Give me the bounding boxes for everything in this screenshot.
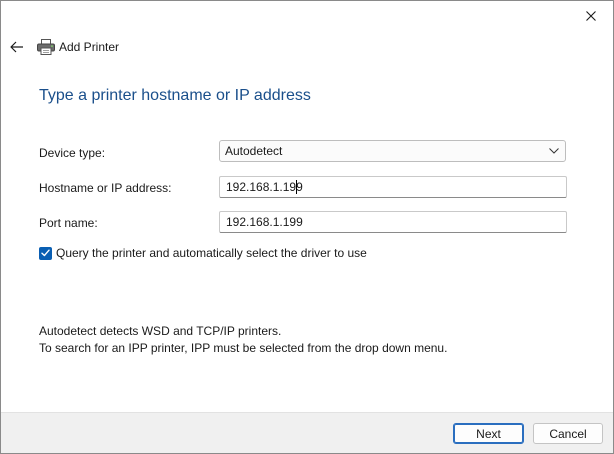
back-button[interactable] — [9, 39, 25, 55]
device-type-value: Autodetect — [225, 144, 283, 158]
query-printer-checkbox[interactable] — [39, 246, 52, 260]
close-icon — [586, 11, 596, 21]
query-printer-label[interactable]: Query the printer and automatically sele… — [56, 246, 367, 260]
dialog-header: Add Printer — [9, 37, 119, 57]
info-line-1: Autodetect detects WSD and TCP/IP printe… — [39, 324, 282, 338]
next-button[interactable]: Next — [453, 423, 524, 444]
hostname-label: Hostname or IP address: — [39, 181, 172, 195]
add-printer-dialog: Add Printer Type a printer hostname or I… — [0, 0, 614, 454]
text-caret — [296, 180, 297, 194]
checkmark-icon — [41, 249, 50, 257]
dialog-footer: Next Cancel — [1, 412, 613, 453]
info-line-2: To search for an IPP printer, IPP must b… — [39, 341, 448, 355]
device-type-label: Device type: — [39, 146, 106, 160]
port-name-label: Port name: — [39, 216, 98, 230]
cancel-button[interactable]: Cancel — [533, 423, 603, 444]
close-button[interactable] — [573, 5, 609, 27]
printer-icon — [37, 38, 55, 56]
query-printer-option: Query the printer and automatically sele… — [39, 245, 367, 261]
page-heading: Type a printer hostname or IP address — [39, 87, 311, 104]
chevron-down-icon — [549, 148, 559, 154]
port-name-input[interactable] — [219, 211, 567, 233]
hostname-input[interactable] — [219, 176, 567, 198]
device-type-dropdown[interactable]: Autodetect — [219, 140, 566, 162]
dialog-title: Add Printer — [59, 40, 120, 54]
back-arrow-icon — [10, 41, 23, 53]
